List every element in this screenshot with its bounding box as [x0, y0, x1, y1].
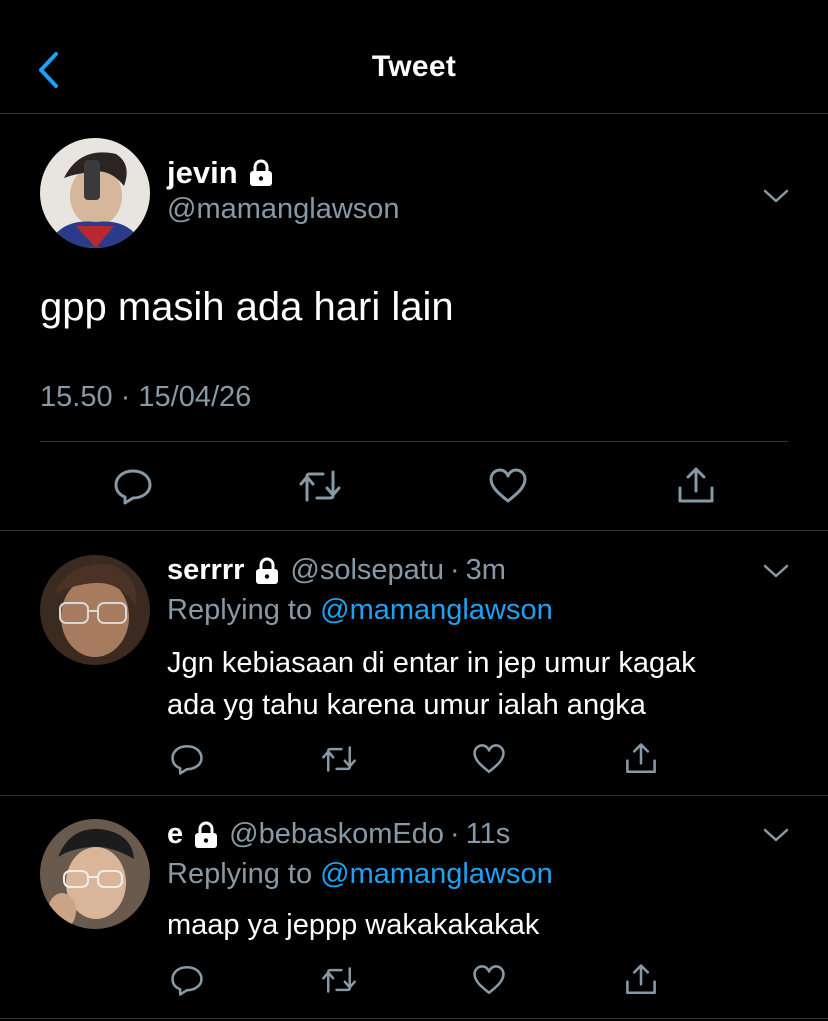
lock-icon: [256, 557, 279, 584]
chevron-down-icon[interactable]: [762, 562, 790, 580]
reply-text-line: ada yg tahu karena umur ialah angka: [167, 689, 646, 721]
reply-icon: [171, 744, 203, 775]
reply-header: e @bebaskomEdo · 11s: [167, 818, 510, 851]
reply-tweet[interactable]: e @bebaskomEdo · 11s Replying to @mamang…: [0, 796, 828, 1018]
like-icon: [473, 744, 505, 774]
share-icon: [626, 964, 656, 995]
page-title: Tweet: [371, 50, 457, 83]
divider: [40, 441, 788, 442]
reply-time: 11s: [465, 818, 511, 850]
share-button[interactable]: [621, 739, 661, 779]
replying-to-prefix: Replying to: [167, 594, 313, 626]
reply-user-handle[interactable]: @bebaskomEdo: [229, 818, 444, 851]
reply-header: serrrr @solsepatu · 3m: [167, 554, 506, 587]
user-name[interactable]: jevin: [167, 155, 274, 191]
reply-user-handle[interactable]: @solsepatu: [290, 554, 444, 587]
like-icon: [473, 965, 505, 995]
divider: [0, 1018, 828, 1019]
meta-separator: ·: [450, 554, 460, 586]
main-tweet: jevin @mamanglawson gpp masih ada hari l…: [0, 115, 828, 531]
retweet-button[interactable]: [297, 463, 343, 509]
share-button[interactable]: [621, 960, 661, 1000]
reply-button[interactable]: [167, 960, 207, 1000]
user-handle[interactable]: @mamanglawson: [167, 193, 400, 226]
chevron-down-icon[interactable]: [762, 826, 790, 844]
replying-to-mention[interactable]: @mamanglawson: [320, 858, 553, 890]
reply-icon: [171, 965, 203, 996]
replying-to: Replying to @mamanglawson: [167, 858, 553, 891]
tweet-time: 15.50: [40, 381, 113, 413]
retweet-icon: [322, 967, 356, 993]
retweet-icon: [299, 470, 341, 502]
reply-text-line: Jgn kebiasaan di entar in jep umur kagak: [167, 647, 696, 679]
tweet-date: 15/04/26: [138, 381, 252, 413]
retweet-icon: [322, 746, 356, 772]
avatar[interactable]: [40, 555, 150, 665]
share-icon: [678, 467, 714, 503]
reply-user-name[interactable]: serrrr: [167, 554, 244, 587]
avatar[interactable]: [40, 138, 150, 248]
retweet-button[interactable]: [319, 960, 359, 1000]
replying-to: Replying to @mamanglawson: [167, 594, 553, 627]
chevron-down-icon[interactable]: [762, 187, 790, 205]
tweet-text: gpp masih ada hari lain: [40, 285, 454, 329]
replying-to-prefix: Replying to: [167, 858, 313, 890]
meta-separator: ·: [449, 818, 460, 850]
reply-time: 3m: [465, 554, 506, 586]
replying-to-mention[interactable]: @mamanglawson: [320, 594, 553, 626]
tweet-actions: [0, 463, 828, 513]
reply-button[interactable]: [167, 739, 207, 779]
user-name-label: jevin: [167, 155, 238, 190]
lock-icon: [249, 159, 272, 186]
avatar[interactable]: [40, 819, 150, 929]
reply-tweet[interactable]: serrrr @solsepatu · 3m Replying to @mama…: [0, 532, 828, 794]
reply-button[interactable]: [110, 463, 156, 509]
reply-text: maap ya jeppp wakakakakak: [167, 904, 787, 946]
like-button[interactable]: [469, 960, 509, 1000]
lock-icon: [195, 821, 218, 848]
reply-icon: [114, 469, 152, 505]
meta-separator: ·: [120, 381, 131, 413]
reply-user-name[interactable]: e: [167, 818, 183, 851]
share-button[interactable]: [673, 463, 719, 509]
like-button[interactable]: [485, 463, 531, 509]
reply-text-line: maap ya jeppp wakakakakak: [167, 909, 540, 941]
tweet-timestamp: 15.50 · 15/04/26: [40, 381, 251, 414]
like-icon: [489, 468, 527, 503]
retweet-button[interactable]: [319, 739, 359, 779]
nav-bar: Tweet: [0, 0, 828, 114]
like-button[interactable]: [469, 739, 509, 779]
share-icon: [626, 743, 656, 774]
reply-text: Jgn kebiasaan di entar in jep umur kagak…: [167, 642, 787, 726]
